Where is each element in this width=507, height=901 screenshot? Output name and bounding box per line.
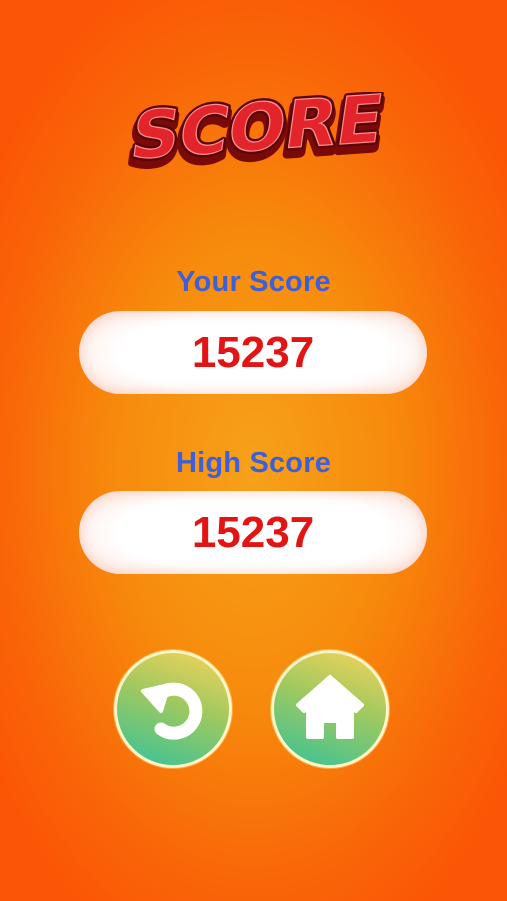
home-button[interactable] [271, 650, 389, 768]
score-title: SCORE SCORE SCORE [0, 92, 507, 192]
high-score-label: High Score [175, 447, 332, 479]
score-title-logo: SCORE SCORE SCORE [120, 92, 392, 185]
replay-button[interactable] [114, 650, 232, 768]
home-icon [296, 675, 364, 739]
your-score-panel: 15237 [79, 311, 427, 394]
high-score-panel: 15237 [79, 491, 427, 574]
replay-arrow-icon [141, 682, 203, 740]
score-screen: SCORE SCORE SCORE Your Score 15237 High … [0, 0, 507, 901]
high-score-value: 15237 [191, 508, 315, 557]
your-score-value: 15237 [191, 328, 315, 377]
your-score-label: Your Score [176, 266, 331, 298]
